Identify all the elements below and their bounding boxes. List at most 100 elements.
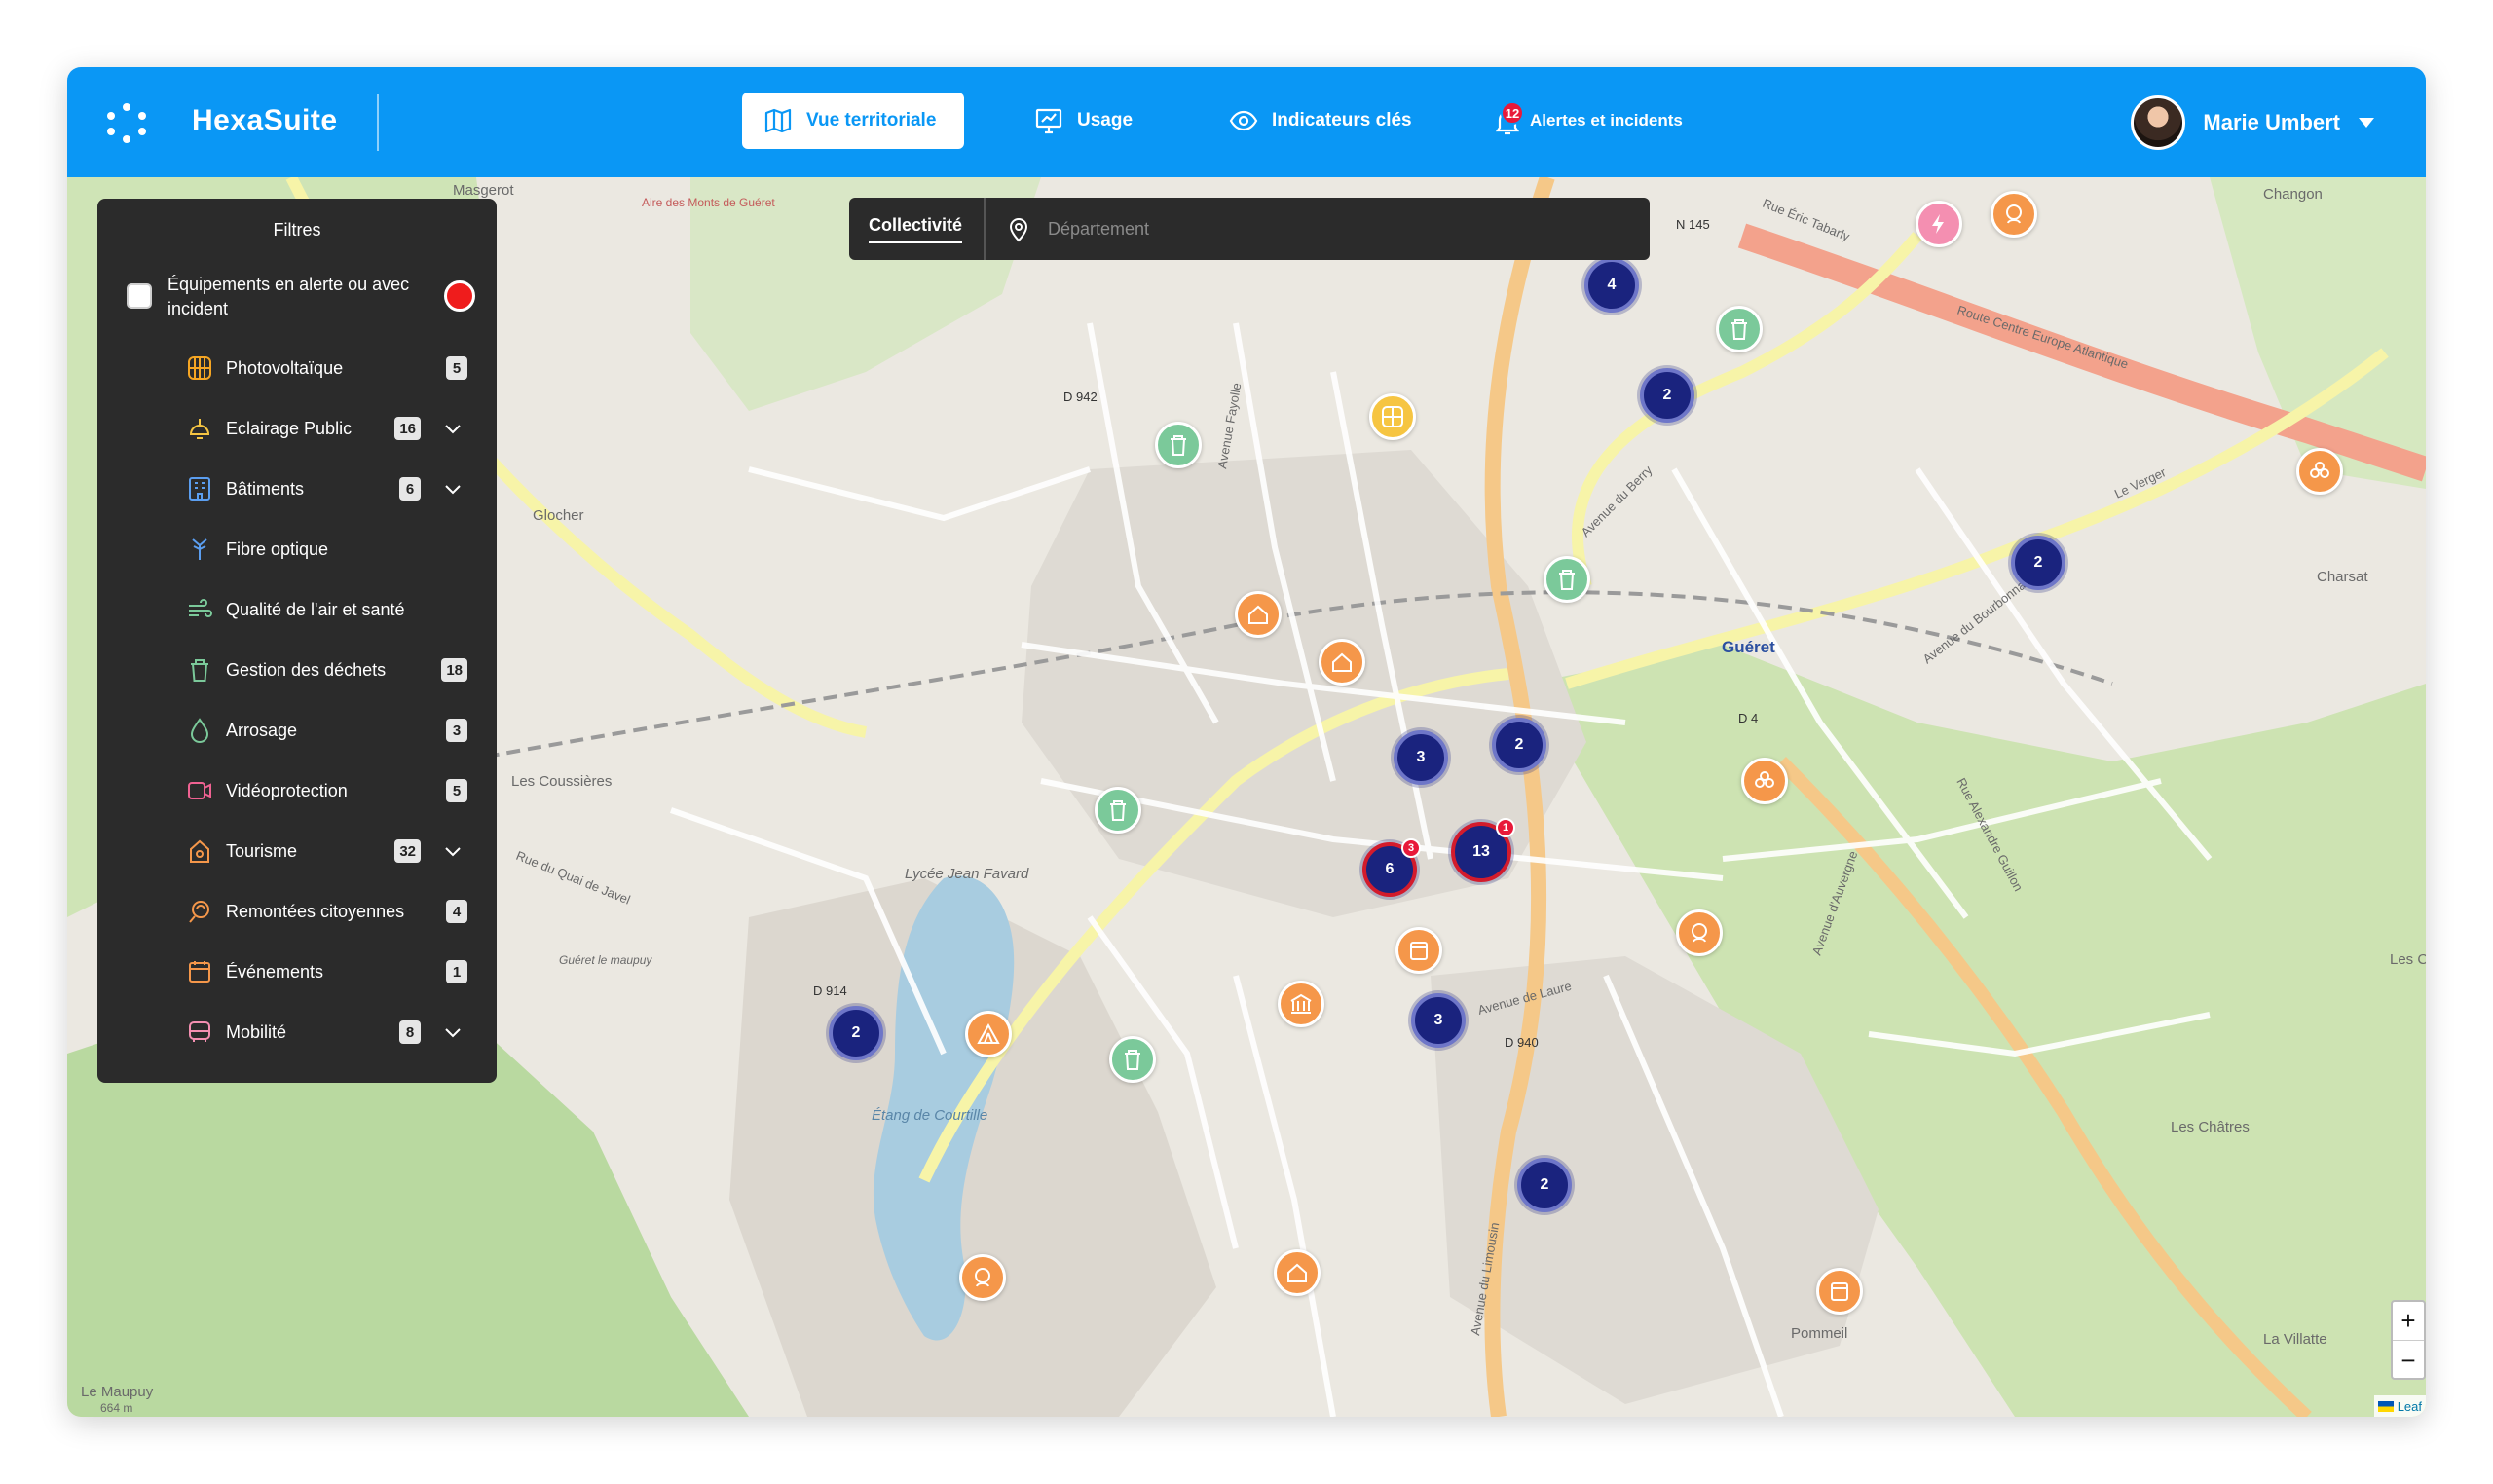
event-marker[interactable]	[1816, 1268, 1863, 1315]
cluster-marker-alert[interactable]: 13 1	[1451, 818, 1515, 882]
filter-count: 32	[394, 839, 421, 863]
tourism-marker[interactable]	[1235, 591, 1282, 638]
flower-icon	[1755, 771, 1774, 788]
flower-icon	[2310, 462, 2329, 478]
filter-label: Tourisme	[226, 840, 298, 861]
cluster-marker[interactable]: 3	[1411, 993, 1466, 1048]
filter-label: Arrosage	[226, 720, 298, 740]
tab-collectivite[interactable]: Collectivité	[869, 215, 963, 243]
tourism-marker[interactable]	[1274, 1249, 1321, 1296]
map-attribution[interactable]: Leaf	[2373, 1395, 2426, 1417]
bell-wrapper: 12	[1493, 101, 1524, 136]
air-marker[interactable]	[1741, 758, 1788, 804]
solar-marker[interactable]	[1369, 393, 1416, 440]
waste-marker[interactable]	[1109, 1036, 1156, 1083]
eye-icon	[1229, 110, 1258, 131]
map-label: Les Chê	[2390, 951, 2426, 968]
citizen-icon	[975, 1268, 990, 1287]
filter-count: 3	[446, 719, 467, 742]
filter-arrosage[interactable]: Arrosage 3	[185, 711, 467, 750]
cluster-marker[interactable]: 3	[1394, 730, 1448, 785]
map-icon	[764, 108, 792, 133]
filter-eclairage-public[interactable]: Eclairage Public 16	[185, 409, 467, 448]
map-label: Les Châtres	[2171, 1119, 2250, 1135]
filters-panel: Filtres Équipements en alerte ou avec in…	[97, 199, 497, 1083]
waste-marker[interactable]	[1095, 787, 1141, 834]
filter-remontees-citoyennes[interactable]: Remontées citoyennes 4	[185, 892, 467, 931]
filter-label: Remontées citoyennes	[226, 901, 405, 921]
cluster-marker[interactable]: 2	[1492, 718, 1546, 772]
citizen-marker[interactable]	[1676, 909, 1723, 956]
house-icon	[1287, 1263, 1307, 1282]
map-label: Pommeil	[1791, 1325, 1847, 1342]
alert-checkbox[interactable]	[127, 283, 152, 309]
citizen-icon	[2006, 204, 2022, 224]
waste-marker[interactable]	[1155, 422, 1202, 468]
filter-label: Qualité de l'air et santé	[226, 599, 405, 619]
map-label: D 940	[1505, 1035, 1539, 1050]
map-label: D 914	[813, 983, 847, 998]
cluster-count: 13	[1472, 843, 1490, 860]
cluster-marker[interactable]: 2	[1517, 1158, 1572, 1212]
nav-alertes-et-incidents[interactable]: 12 Alertes et incidents	[1471, 93, 1704, 149]
filter-gestion-dechets[interactable]: Gestion des déchets 18	[185, 650, 467, 689]
lamp-icon	[189, 419, 210, 439]
filter-batiments[interactable]: Bâtiments 6	[185, 469, 467, 508]
calendar-icon	[189, 961, 210, 983]
citizen-icon	[189, 901, 209, 923]
attribution-text: Leaf	[2397, 1398, 2422, 1414]
filter-count: 6	[399, 477, 421, 501]
location-pin-icon	[1009, 218, 1028, 242]
zoom-out-button[interactable]: −	[2393, 1341, 2424, 1380]
mobility-marker[interactable]	[1916, 201, 1962, 247]
nav-indicateurs-cles[interactable]: Indicateurs clés	[1208, 93, 1433, 149]
chevron-down-icon[interactable]	[442, 1021, 464, 1043]
filter-fibre-optique[interactable]: Fibre optique	[185, 530, 467, 569]
filter-count: 5	[446, 779, 467, 802]
usage-icon	[1035, 108, 1062, 134]
nav-vue-territoriale[interactable]: Vue territoriale	[742, 93, 964, 149]
citizen-marker[interactable]	[959, 1254, 1006, 1301]
tourism-marker[interactable]	[1319, 639, 1365, 686]
zoom-control: + −	[2391, 1300, 2426, 1380]
trash-icon	[1171, 435, 1186, 456]
cluster-marker-alert[interactable]: 6 3	[1362, 838, 1421, 897]
filter-qualite-air[interactable]: Qualité de l'air et santé	[185, 590, 467, 629]
cluster-marker[interactable]: 2	[1640, 368, 1694, 423]
tourism-marker[interactable]	[965, 1011, 1012, 1057]
waste-marker[interactable]	[1544, 556, 1590, 603]
alert-filter-row[interactable]: Équipements en alerte ou avec incident	[127, 267, 477, 325]
cluster-marker[interactable]: 2	[829, 1006, 883, 1060]
header-divider	[377, 94, 379, 151]
chevron-down-icon[interactable]	[442, 418, 464, 439]
cluster-marker[interactable]: 2	[2011, 536, 2065, 590]
filter-mobilite[interactable]: Mobilité 8	[185, 1013, 467, 1052]
bus-icon	[189, 1021, 210, 1042]
air-marker[interactable]	[2296, 448, 2343, 495]
department-search-input[interactable]	[1048, 211, 1622, 246]
trash-icon	[191, 659, 208, 682]
filter-tourisme[interactable]: Tourisme 32	[185, 832, 467, 871]
filter-label: Événements	[226, 961, 324, 982]
calendar-icon	[1410, 942, 1428, 960]
user-menu[interactable]: Marie Umbert	[2131, 94, 2375, 151]
waste-marker[interactable]	[1716, 306, 1763, 352]
map-label-gueret: Guéret	[1722, 638, 1775, 656]
event-marker[interactable]	[1395, 927, 1442, 974]
filter-photovoltaique[interactable]: Photovoltaïque 5	[185, 349, 467, 388]
zoom-in-button[interactable]: +	[2393, 1302, 2424, 1341]
filter-videoprotection[interactable]: Vidéoprotection 5	[185, 771, 467, 810]
map-label: N 145	[1676, 217, 1710, 232]
trash-icon	[1559, 570, 1575, 590]
avatar	[2131, 95, 2186, 150]
chevron-down-icon[interactable]	[442, 478, 464, 500]
citizen-marker[interactable]	[1991, 191, 2037, 238]
filters-title: Filtres	[273, 220, 321, 240]
map-label: D 942	[1063, 390, 1098, 404]
chevron-down-icon[interactable]	[442, 840, 464, 862]
solar-panel-icon	[188, 356, 211, 380]
tourism-marker[interactable]	[1278, 981, 1324, 1027]
cluster-marker[interactable]: 4	[1584, 258, 1639, 313]
nav-usage[interactable]: Usage	[1013, 93, 1154, 149]
filter-evenements[interactable]: Événements 1	[185, 952, 467, 991]
